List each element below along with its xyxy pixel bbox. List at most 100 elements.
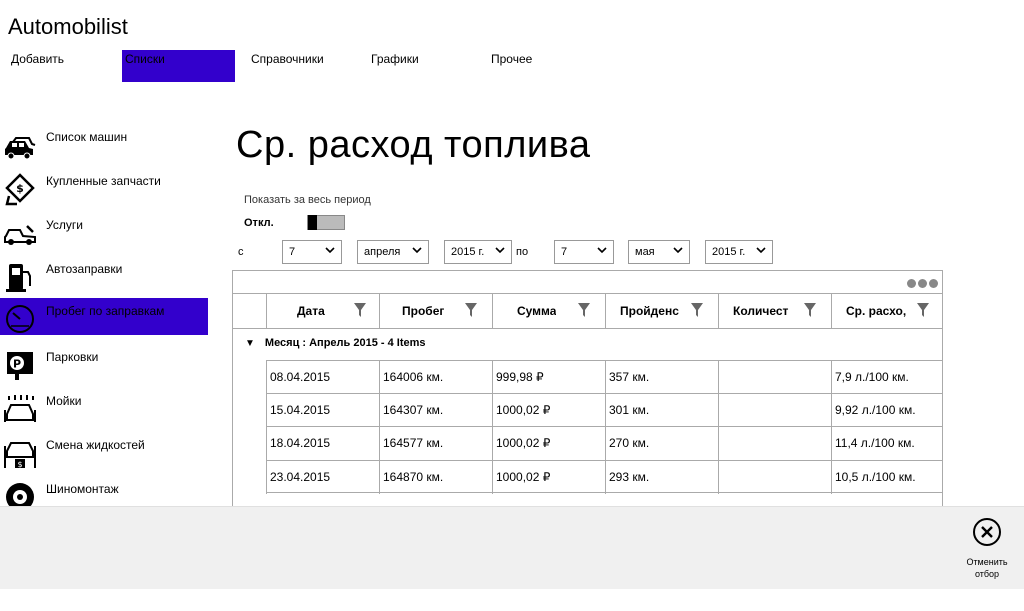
from-year-select[interactable]: 2015 г. bbox=[444, 240, 512, 264]
table-row[interactable]: 18.04.2015 164577 км. 1000,02 ₽ 270 км. … bbox=[266, 426, 942, 460]
tab-add[interactable]: Добавить bbox=[8, 50, 108, 82]
svg-text:P: P bbox=[13, 358, 21, 371]
table-cell-quantity bbox=[718, 461, 831, 494]
table-row[interactable]: 15.04.2015 164307 км. 1000,02 ₽ 301 км. … bbox=[266, 393, 942, 427]
sidebar-item-fluids[interactable]: $ Смена жидкостей bbox=[0, 432, 210, 472]
more-options-icon[interactable] bbox=[905, 275, 938, 293]
filter-icon[interactable] bbox=[690, 302, 704, 318]
app-title: Automobilist bbox=[8, 14, 128, 39]
table-cell-amount: 1000,02 ₽ bbox=[492, 394, 605, 427]
column-title: Пройденс bbox=[620, 304, 679, 318]
sidebar-item-mileage[interactable]: Пробег по заправкам bbox=[0, 298, 208, 335]
to-month-select[interactable]: мая bbox=[628, 240, 690, 264]
chevron-down-icon bbox=[673, 247, 683, 254]
column-header-mileage[interactable]: Пробег bbox=[379, 294, 492, 328]
table-cell-quantity bbox=[718, 427, 831, 460]
group-header[interactable]: ▼ Месяц : Апрель 2015 - 4 Items bbox=[245, 337, 426, 349]
sidebar-item-parts[interactable]: $ Купленные запчасти bbox=[0, 168, 210, 208]
sidebar-item-label: Автозаправки bbox=[46, 262, 123, 276]
table-row[interactable]: 23.04.2015 164870 км. 1000,02 ₽ 293 км. … bbox=[266, 460, 942, 494]
table-cell-quantity bbox=[718, 394, 831, 427]
table-cell-amount: 1000,02 ₽ bbox=[492, 427, 605, 460]
table-cell-avg: 11,4 л./100 км. bbox=[831, 427, 942, 460]
table-cell-amount: 999,98 ₽ bbox=[492, 361, 605, 394]
column-title: Количест bbox=[733, 304, 789, 318]
page-title: Ср. расход топлива bbox=[236, 124, 591, 166]
sidebar-item-label: Купленные запчасти bbox=[46, 174, 161, 188]
table-cell-date: 15.04.2015 bbox=[266, 394, 379, 427]
from-day-select[interactable]: 7 bbox=[282, 240, 342, 264]
column-title: Сумма bbox=[517, 304, 557, 318]
to-day-value: 7 bbox=[561, 246, 568, 258]
column-header-distance[interactable]: Пройденс bbox=[605, 294, 718, 328]
chevron-down-icon bbox=[495, 247, 505, 254]
to-year-value: 2015 г. bbox=[712, 246, 746, 258]
from-day-value: 7 bbox=[289, 246, 296, 258]
sidebar-item-label: Шиномонтаж bbox=[46, 482, 119, 496]
column-header-avg-consumption[interactable]: Ср. расхо, bbox=[831, 294, 942, 328]
from-label: с bbox=[238, 246, 244, 258]
filter-icon[interactable] bbox=[916, 302, 930, 318]
table-cell-distance: 293 км. bbox=[605, 461, 718, 494]
from-month-select[interactable]: апреля bbox=[357, 240, 429, 264]
to-year-select[interactable]: 2015 г. bbox=[705, 240, 773, 264]
table-cell-quantity bbox=[718, 361, 831, 394]
filter-icon[interactable] bbox=[577, 302, 591, 318]
sidebar-item-cars[interactable]: Список машин bbox=[0, 124, 210, 164]
column-title: Пробег bbox=[402, 304, 445, 318]
from-year-value: 2015 г. bbox=[451, 246, 485, 258]
app-bar: Отменить отбор bbox=[0, 506, 1024, 589]
show-all-period-label: Показать за весь период bbox=[244, 194, 371, 206]
parking-icon: P bbox=[7, 352, 33, 380]
to-label: по bbox=[516, 246, 529, 258]
table-cell-date: 08.04.2015 bbox=[266, 361, 379, 394]
car-service-icon bbox=[4, 225, 36, 245]
parts-receipt-icon: $ bbox=[5, 173, 35, 206]
tab-other[interactable]: Прочее bbox=[488, 50, 588, 82]
data-grid: Дата Пробег Сумма Пройденс Количест Ср. … bbox=[232, 270, 943, 510]
filter-icon[interactable] bbox=[353, 302, 367, 318]
cars-icon bbox=[5, 137, 36, 160]
clear-filter-button[interactable]: Отменить отбор bbox=[962, 517, 1012, 580]
clear-filter-label: Отменить отбор bbox=[966, 557, 1008, 579]
toggle-state-label: Откл. bbox=[244, 217, 274, 229]
to-month-value: мая bbox=[635, 246, 655, 258]
to-day-select[interactable]: 7 bbox=[554, 240, 614, 264]
sidebar-item-parking[interactable]: P Парковки bbox=[0, 344, 210, 384]
sidebar-item-services[interactable]: Услуги bbox=[0, 212, 210, 252]
sidebar-item-label: Парковки bbox=[46, 350, 99, 364]
column-header-amount[interactable]: Сумма bbox=[492, 294, 605, 328]
toggle-knob bbox=[308, 215, 317, 230]
sidebar-item-label: Смена жидкостей bbox=[46, 438, 145, 452]
filter-icon[interactable] bbox=[464, 302, 478, 318]
sidebar-item-label: Список машин bbox=[46, 130, 128, 144]
table-row[interactable]: 08.04.2015 164006 км. 999,98 ₽ 357 км. 7… bbox=[266, 360, 942, 394]
table-cell-mileage: 164307 км. bbox=[379, 394, 492, 427]
chevron-down-icon bbox=[412, 247, 422, 254]
car-wash-icon bbox=[4, 395, 36, 422]
group-label: Месяц : Апрель 2015 - 4 Items bbox=[264, 337, 426, 349]
chevron-down-icon bbox=[597, 247, 607, 254]
collapse-triangle-icon[interactable]: ▼ bbox=[245, 338, 255, 349]
column-header-date[interactable]: Дата bbox=[266, 294, 379, 328]
sidebar-item-label: Мойки bbox=[46, 394, 82, 408]
speedometer-icon bbox=[6, 305, 34, 333]
table-cell-date: 23.04.2015 bbox=[266, 461, 379, 494]
tab-references[interactable]: Справочники bbox=[248, 50, 348, 82]
column-header-quantity[interactable]: Количест bbox=[718, 294, 831, 328]
filter-icon[interactable] bbox=[803, 302, 817, 318]
chevron-down-icon bbox=[756, 247, 766, 254]
sidebar-item-label: Услуги bbox=[46, 218, 83, 232]
tab-lists[interactable]: Списки bbox=[122, 50, 235, 82]
tab-charts[interactable]: Графики bbox=[368, 50, 468, 82]
sidebar-item-label: Пробег по заправкам bbox=[46, 304, 165, 318]
sidebar-item-car-wash[interactable]: Мойки bbox=[0, 388, 210, 428]
table-cell-date: 18.04.2015 bbox=[266, 427, 379, 460]
table-cell-distance: 357 км. bbox=[605, 361, 718, 394]
svg-text:$: $ bbox=[16, 182, 24, 195]
show-all-toggle[interactable] bbox=[307, 215, 345, 230]
fluid-change-icon: $ bbox=[4, 442, 36, 469]
table-cell-amount: 1000,02 ₽ bbox=[492, 461, 605, 494]
sidebar-item-gas-stations[interactable]: Автозаправки bbox=[0, 256, 210, 296]
close-icon bbox=[973, 518, 1001, 546]
